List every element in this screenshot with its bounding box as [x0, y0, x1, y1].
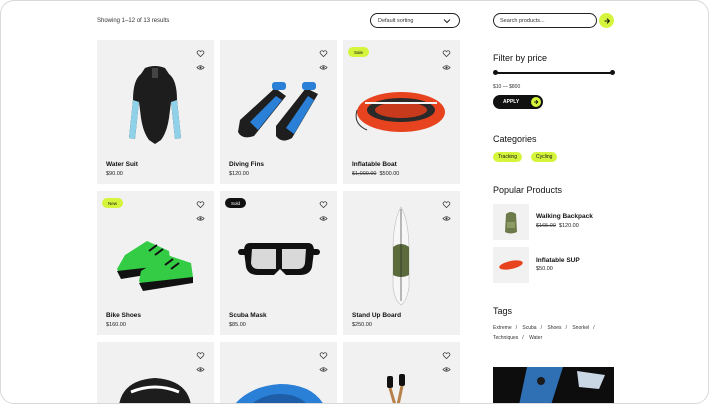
- popular-product-name[interactable]: Inflatable SUP: [536, 257, 580, 264]
- search-input[interactable]: Search products...: [493, 13, 597, 28]
- product-name[interactable]: Scuba Mask: [229, 312, 267, 319]
- tag-separator: /: [515, 325, 518, 331]
- popular-product-price: $50.00: [536, 266, 553, 272]
- tag-separator: /: [522, 335, 524, 341]
- current-price: $120.00: [229, 171, 249, 177]
- current-price: $120.00: [558, 223, 579, 229]
- product-price: $250.00: [352, 322, 372, 328]
- product-name[interactable]: Water Suit: [106, 161, 138, 168]
- heart-icon[interactable]: [442, 200, 451, 209]
- product-name[interactable]: Diving Fins: [229, 161, 264, 168]
- price-slider-max-handle[interactable]: [610, 70, 615, 75]
- eye-icon[interactable]: [319, 63, 328, 72]
- product-card[interactable]: Water Suit $90.00: [97, 40, 214, 184]
- eye-icon[interactable]: [319, 365, 328, 374]
- heart-icon[interactable]: [319, 351, 328, 360]
- heart-icon[interactable]: [319, 49, 328, 58]
- product-price: $85.00: [229, 322, 246, 328]
- heart-icon[interactable]: [319, 200, 328, 209]
- popular-product-thumb[interactable]: [493, 204, 529, 240]
- eye-icon[interactable]: [442, 214, 451, 223]
- backpack-image: [505, 212, 517, 234]
- heart-icon[interactable]: [196, 200, 205, 209]
- sold-badge: Sold: [225, 198, 247, 208]
- eye-icon[interactable]: [319, 214, 328, 223]
- current-price: $85.00: [229, 322, 246, 328]
- product-name[interactable]: Inflatable Boat: [352, 161, 397, 168]
- eye-icon[interactable]: [196, 214, 205, 223]
- eye-icon[interactable]: [442, 365, 451, 374]
- popular-product-name[interactable]: Walking Backpack: [536, 213, 593, 220]
- price-slider-min-handle[interactable]: [493, 70, 498, 75]
- popular-product-thumb[interactable]: [493, 247, 529, 283]
- tag-separator: /: [540, 325, 542, 331]
- promo-image: [493, 367, 614, 403]
- product-card[interactable]: Stand Up Board $250.00: [343, 191, 460, 335]
- chevron-down-icon: [443, 18, 451, 23]
- current-price: $250.00: [352, 322, 372, 328]
- product-card[interactable]: New Bike Shoes $160.00: [97, 191, 214, 335]
- sort-select[interactable]: Default sorting: [370, 13, 460, 28]
- product-name[interactable]: Bike Shoes: [106, 312, 141, 319]
- current-price: $90.00: [106, 171, 123, 177]
- search-button[interactable]: [599, 13, 614, 28]
- apply-button[interactable]: APPLY: [493, 95, 543, 109]
- results-count: Showing 1–12 of 13 results: [97, 18, 170, 24]
- tag-link[interactable]: Water: [529, 335, 542, 341]
- category-chip-cycling[interactable]: Cycling: [531, 152, 558, 162]
- tag-link[interactable]: Extreme: [493, 325, 512, 331]
- sup-image: [499, 260, 523, 270]
- popular-products-title: Popular Products: [493, 185, 563, 195]
- new-badge: New: [102, 198, 124, 208]
- product-card[interactable]: Sold Scuba Mask $85.00: [220, 191, 337, 335]
- arrow-right-icon: [604, 17, 610, 24]
- filter-title: Filter by price: [493, 53, 548, 63]
- category-chip-tracking[interactable]: Tracking: [493, 152, 522, 162]
- heart-icon[interactable]: [442, 49, 451, 58]
- old-price: $1,000.00: [352, 171, 377, 177]
- tag-link[interactable]: Scuba: [522, 325, 536, 331]
- categories-title: Categories: [493, 134, 537, 144]
- product-price: $90.00: [106, 171, 123, 177]
- tag-cloud: Extreme / Scuba / Shoes / Snorkel / Techniqu…: [493, 323, 618, 343]
- popular-product-price: $165.00 $120.00: [536, 223, 579, 229]
- product-card[interactable]: [220, 342, 337, 403]
- arrow-right-icon: [531, 97, 541, 107]
- tag-separator: /: [565, 325, 567, 331]
- tags-title: Tags: [493, 306, 513, 316]
- current-price: $160.00: [106, 322, 126, 328]
- promo-banner[interactable]: [493, 367, 614, 403]
- sort-value: Default sorting: [378, 17, 414, 24]
- current-price: $500.00: [379, 171, 400, 177]
- tag-link[interactable]: Techniques: [493, 335, 518, 341]
- tag-link[interactable]: Shoes: [547, 325, 561, 331]
- current-price: $50.00: [536, 266, 553, 272]
- product-card[interactable]: Sale Inflatable Boat $1,000.00 $500.00: [343, 40, 460, 184]
- product-price: $1,000.00 $500.00: [352, 171, 399, 177]
- price-range-label: $10 — $800: [493, 84, 521, 90]
- tag-link[interactable]: Snorkel: [572, 325, 589, 331]
- eye-icon[interactable]: [442, 63, 451, 72]
- product-price: $160.00: [106, 322, 126, 328]
- heart-icon[interactable]: [442, 351, 451, 360]
- product-card[interactable]: [343, 342, 460, 403]
- tag-separator: /: [593, 325, 595, 331]
- heart-icon[interactable]: [196, 351, 205, 360]
- heart-icon[interactable]: [196, 49, 205, 58]
- sale-badge: Sale: [348, 47, 370, 57]
- eye-icon[interactable]: [196, 365, 205, 374]
- eye-icon[interactable]: [196, 63, 205, 72]
- product-card[interactable]: [97, 342, 214, 403]
- product-name[interactable]: Stand Up Board: [352, 312, 401, 319]
- price-slider-track[interactable]: [495, 72, 613, 74]
- old-price: $165.00: [536, 223, 556, 229]
- product-price: $120.00: [229, 171, 249, 177]
- shop-page: Showing 1–12 of 13 results Default sorti…: [0, 0, 709, 404]
- product-card[interactable]: Diving Fins $120.00: [220, 40, 337, 184]
- apply-label: APPLY: [503, 99, 520, 105]
